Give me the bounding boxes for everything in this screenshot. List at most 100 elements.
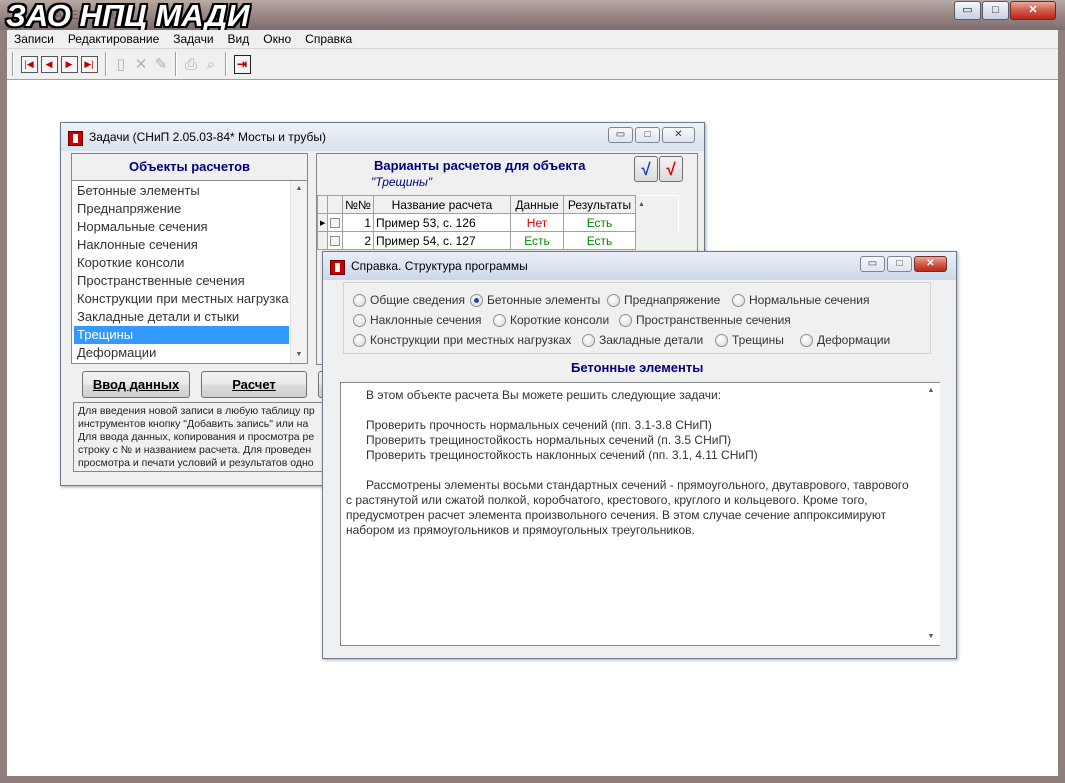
row-name: Пример 53, с. 126 xyxy=(373,213,511,232)
radio-spatial-sections[interactable]: Пространственные сечения xyxy=(619,313,791,327)
help-text-area[interactable]: В этом объекте расчета Вы можете решить … xyxy=(340,382,940,646)
print-preview-button[interactable]: ⌕ xyxy=(201,54,221,75)
input-data-button[interactable]: Ввод данных xyxy=(82,371,190,398)
select-variant-button[interactable]: √ xyxy=(634,156,658,182)
radio-short-consoles[interactable]: Короткие консоли xyxy=(493,313,609,327)
list-item[interactable]: Конструкции при местных нагрузках xyxy=(74,290,289,308)
list-item[interactable]: Нормальные сечения xyxy=(74,218,289,236)
new-document-icon: ▯ xyxy=(116,55,126,73)
tasks-maximize-button[interactable]: □ xyxy=(635,127,660,143)
menu-help[interactable]: Справка xyxy=(298,32,359,46)
maximize-icon: □ xyxy=(644,129,651,140)
radio-embedded-parts[interactable]: Закладные детали xyxy=(582,333,703,347)
radio-normal-sections[interactable]: Нормальные сечения xyxy=(732,293,869,307)
delete-record-button[interactable]: ✕ xyxy=(131,54,151,75)
objects-listbox[interactable]: Бетонные элементы Преднапряжение Нормаль… xyxy=(71,180,308,364)
scroll-up-icon[interactable]: ▲ xyxy=(923,383,939,399)
row-data-status: Нет xyxy=(510,213,564,232)
next-record-button[interactable]: ▶ xyxy=(59,54,79,75)
check-all-button[interactable]: √ xyxy=(659,156,683,182)
list-item[interactable]: Короткие консоли xyxy=(74,254,289,272)
tasks-minimize-button[interactable]: ▭ xyxy=(608,127,633,143)
scroll-up-icon[interactable]: ▲ xyxy=(291,181,307,197)
radio-local-loads[interactable]: Конструкции при местных нагрузках xyxy=(353,333,571,347)
help-close-button[interactable]: ✕ xyxy=(914,256,947,272)
menu-records[interactable]: Записи xyxy=(7,32,61,46)
tasks-close-button[interactable]: ✕ xyxy=(662,127,695,143)
tasks-window-title-bar: Задачи (СНиП 2.05.03-84* Мосты и трубы) … xyxy=(61,123,704,151)
help-text-line: предусмотрен расчет элемента произвольно… xyxy=(346,508,887,522)
first-record-button[interactable]: |◀ xyxy=(19,54,39,75)
table-row[interactable]: ▶ 1 Пример 53, с. 126 Нет Есть xyxy=(317,213,679,232)
help-text-line: Проверить трещиностойкость нормальных се… xyxy=(346,433,732,447)
menu-bar: Записи Редактирование Задачи Вид Окно Сп… xyxy=(7,30,1058,49)
radio-cracks[interactable]: Трещины xyxy=(715,333,784,347)
scroll-down-icon[interactable]: ▼ xyxy=(291,347,307,363)
list-item[interactable]: Наклонные сечения xyxy=(74,236,289,254)
menu-view[interactable]: Вид xyxy=(221,32,257,46)
list-item[interactable]: Преднапряжение xyxy=(74,200,289,218)
help-maximize-button[interactable]: □ xyxy=(887,256,912,272)
help-text-line: набором из прямоугольников и прямоугольн… xyxy=(346,523,695,537)
radio-concrete[interactable]: Бетонные элементы xyxy=(470,293,600,307)
number-header[interactable]: №№ xyxy=(342,195,374,214)
list-item-selected[interactable]: Трещины xyxy=(74,326,289,344)
radio-label: Общие сведения xyxy=(370,293,465,307)
results-header[interactable]: Результаты xyxy=(563,195,636,214)
new-record-button[interactable]: ▯ xyxy=(111,54,131,75)
help-scrollbar[interactable]: ▲ ▼ xyxy=(923,383,940,645)
radio-general[interactable]: Общие сведения xyxy=(353,293,465,307)
hint-text: Для введения новой записи в любую таблиц… xyxy=(73,402,331,472)
radio-prestress[interactable]: Преднапряжение xyxy=(607,293,720,307)
row-checkbox[interactable] xyxy=(327,213,343,232)
table-row[interactable]: 2 Пример 54, с. 127 Есть Есть xyxy=(317,231,679,250)
menu-window[interactable]: Окно xyxy=(256,32,298,46)
prev-record-button[interactable]: ◀ xyxy=(39,54,59,75)
printer-icon: ⎙ xyxy=(184,55,197,73)
hint-line: Для ввода данных, копирования и просмотр… xyxy=(78,431,315,443)
row-pointer-icon: ▶ xyxy=(317,213,328,232)
objects-scrollbar[interactable]: ▲ ▼ xyxy=(290,181,307,363)
close-button[interactable]: ✕ xyxy=(1010,1,1056,20)
list-item[interactable]: Закладные детали и стыки xyxy=(74,308,289,326)
record-edit-tools: ▯ ✕ ✎ xyxy=(111,52,171,76)
hint-line: строку с № и названием расчета. Для пров… xyxy=(78,444,312,456)
radio-label: Бетонные элементы xyxy=(487,293,601,307)
radio-icon xyxy=(353,333,366,347)
tasks-window-title: Задачи (СНиП 2.05.03-84* Мосты и трубы) xyxy=(89,130,326,144)
row-number: 2 xyxy=(342,231,374,250)
calculate-button[interactable]: Расчет xyxy=(201,371,307,398)
radio-inclined-sections[interactable]: Наклонные сечения xyxy=(353,313,481,327)
data-header[interactable]: Данные xyxy=(510,195,564,214)
last-record-button[interactable]: ▶| xyxy=(79,54,99,75)
help-window: Справка. Структура программы ▭ □ ✕ Общие… xyxy=(322,251,957,659)
minimize-icon: ▭ xyxy=(867,258,878,269)
print-button[interactable]: ⎙ xyxy=(181,54,201,75)
radio-deformations[interactable]: Деформации xyxy=(800,333,890,347)
radio-selected-icon xyxy=(470,293,483,307)
last-record-icon: ▶| xyxy=(80,55,98,73)
row-checkbox[interactable] xyxy=(327,231,343,250)
edit-record-button[interactable]: ✎ xyxy=(151,54,171,75)
radio-label: Наклонные сечения xyxy=(370,313,482,327)
maximize-button[interactable]: □ xyxy=(982,1,1009,20)
menu-tasks[interactable]: Задачи xyxy=(166,32,220,46)
delete-icon: ✕ xyxy=(134,55,148,73)
toolbar-separator xyxy=(175,52,177,76)
help-text-line: Рассмотрены элементы восьми стандартных … xyxy=(346,478,909,492)
minimize-button[interactable]: ▭ xyxy=(954,1,981,20)
list-item[interactable]: Бетонные элементы xyxy=(74,182,289,200)
edit-icon: ✎ xyxy=(154,55,168,73)
name-header[interactable]: Название расчета xyxy=(373,195,511,214)
record-navigation: |◀ ◀ ▶ ▶| xyxy=(19,52,99,76)
menu-edit[interactable]: Редактирование xyxy=(61,32,166,46)
scroll-down-icon[interactable]: ▼ xyxy=(923,629,939,645)
help-minimize-button[interactable]: ▭ xyxy=(860,256,885,272)
list-item[interactable]: Деформации xyxy=(74,344,289,362)
exit-button[interactable]: ⇥ xyxy=(232,54,252,75)
hint-line: просмотра и печати условий и результатов… xyxy=(78,457,314,469)
radio-label: Конструкции при местных нагрузках xyxy=(370,333,572,347)
radio-icon xyxy=(732,293,745,307)
list-item[interactable]: Пространственные сечения xyxy=(74,272,289,290)
radio-icon xyxy=(619,313,632,327)
